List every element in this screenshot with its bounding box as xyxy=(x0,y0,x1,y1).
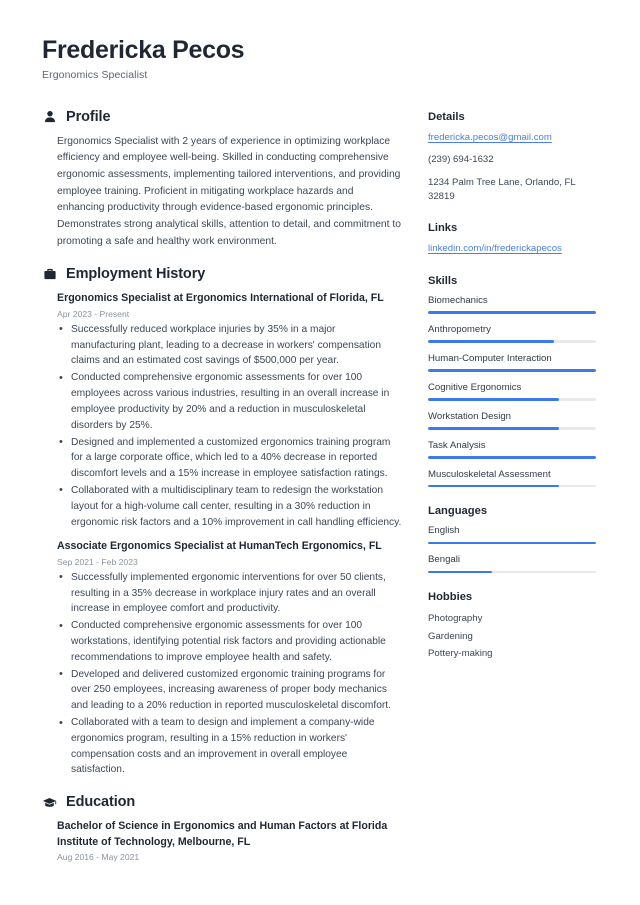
section-employment-header: Employment History xyxy=(42,266,402,282)
resume-header: Fredericka Pecos Ergonomics Specialist xyxy=(42,36,598,81)
section-profile-header: Profile xyxy=(42,109,402,125)
language-label: Bengali xyxy=(428,554,461,566)
skill-label: Workstation Design xyxy=(428,410,512,422)
section-education-body: Bachelor of Science in Ergonomics and Hu… xyxy=(42,819,402,862)
skill-item: Biomechanics xyxy=(428,295,596,314)
graduation-cap-icon xyxy=(42,795,57,810)
language-label: English xyxy=(428,525,460,537)
skill-label: Human-Computer Interaction xyxy=(428,352,552,364)
skill-item: Task Analysis xyxy=(428,440,596,459)
skill-label: Musculoskeletal Assessment xyxy=(428,468,551,480)
section-education: Education Bachelor of Science in Ergonom… xyxy=(42,794,402,862)
section-education-header: Education xyxy=(42,794,402,810)
language-track xyxy=(428,541,596,545)
skill-item: Workstation Design xyxy=(428,411,596,430)
sidebar-hobbies: Hobbies Photography Gardening Pottery-ma… xyxy=(428,591,596,662)
skill-fill xyxy=(428,340,554,343)
sidebar-languages: Languages English Bengali xyxy=(428,505,596,574)
sidebar-links-title: Links xyxy=(428,222,458,235)
bullet-item: Developed and delivered customized ergon… xyxy=(57,666,402,714)
bullet-item: Successfully implemented ergonomic inter… xyxy=(57,569,402,617)
candidate-job-title: Ergonomics Specialist xyxy=(42,68,148,81)
bullet-item: Collaborated with a multidisciplinary te… xyxy=(57,482,402,530)
sidebar-skills: Skills Biomechanics Anthropometry Human-… xyxy=(428,275,596,488)
bullet-item: Conducted comprehensive ergonomic assess… xyxy=(57,618,402,665)
sidebar-details: Details fredericka.pecos@gmail.com (239)… xyxy=(428,111,596,205)
skill-track xyxy=(428,456,596,459)
education-entry: Bachelor of Science in Ergonomics and Hu… xyxy=(57,819,402,862)
skill-label: Biomechanics xyxy=(428,294,488,306)
profile-summary-text: Ergonomics Specialist with 2 years of ex… xyxy=(57,135,401,247)
candidate-name: Fredericka Pecos xyxy=(42,36,245,64)
skill-fill xyxy=(428,369,596,372)
bullet-item: Collaborated with a team to design and i… xyxy=(57,715,402,778)
section-education-title: Education xyxy=(66,794,136,811)
hobby-item: Photography xyxy=(428,613,483,625)
hobby-item: Gardening xyxy=(428,630,473,642)
briefcase-icon xyxy=(42,267,57,282)
skill-label: Cognitive Ergonomics xyxy=(428,381,522,393)
bullet-item: Conducted comprehensive ergonomic assess… xyxy=(57,370,402,433)
employment-entry-title: Associate Ergonomics Specialist at Human… xyxy=(57,540,382,553)
skill-track xyxy=(428,369,596,372)
skill-track xyxy=(428,427,596,430)
section-profile: Profile Ergonomics Specialist with 2 yea… xyxy=(42,109,402,251)
section-employment-title: Employment History xyxy=(66,266,206,283)
education-entry-date: Aug 2016 - May 2021 xyxy=(57,852,140,863)
skill-item: Anthropometry xyxy=(428,324,596,343)
skill-fill xyxy=(428,427,560,430)
skill-track xyxy=(428,311,596,314)
skill-track xyxy=(428,484,596,488)
language-track xyxy=(428,570,596,574)
skill-label: Task Analysis xyxy=(428,439,486,451)
address-text: 1234 Palm Tree Lane, Orlando, FL 32819 xyxy=(428,176,576,202)
skill-fill xyxy=(428,456,596,459)
skill-fill xyxy=(428,398,560,401)
skill-track xyxy=(428,340,596,343)
person-icon xyxy=(42,109,57,124)
section-profile-body: Ergonomics Specialist with 2 years of ex… xyxy=(42,134,402,251)
resume-page: Fredericka Pecos Ergonomics Specialist P… xyxy=(0,0,640,905)
linkedin-link[interactable]: linkedin.com/in/frederickapecos xyxy=(428,242,596,256)
sidebar-hobbies-title: Hobbies xyxy=(428,591,473,604)
education-entry-title: Bachelor of Science in Ergonomics and Hu… xyxy=(57,820,388,848)
sidebar-links: Links linkedin.com/in/frederickapecos xyxy=(428,222,596,256)
employment-entry-bullets: Successfully implemented ergonomic inter… xyxy=(57,569,402,779)
main-column: Profile Ergonomics Specialist with 2 yea… xyxy=(42,109,402,878)
language-item: English xyxy=(428,525,596,545)
hobby-item: Pottery-making xyxy=(428,648,493,660)
employment-entry-bullets: Successfully reduced workplace injuries … xyxy=(57,321,402,531)
phone-text: (239) 694-1632 xyxy=(428,154,494,166)
section-employment-body: Ergonomics Specialist at Ergonomics Inte… xyxy=(42,291,402,778)
section-employment: Employment History Ergonomics Specialist… xyxy=(42,266,402,778)
bullet-item: Successfully reduced workplace injuries … xyxy=(57,321,402,369)
skill-label: Anthropometry xyxy=(428,323,491,335)
language-item: Bengali xyxy=(428,554,596,574)
skill-item: Musculoskeletal Assessment xyxy=(428,469,596,488)
sidebar-languages-title: Languages xyxy=(428,505,488,518)
skill-track xyxy=(428,398,596,401)
employment-entry-date: Sep 2021 - Feb 2023 xyxy=(57,556,138,567)
skill-item: Human-Computer Interaction xyxy=(428,353,596,372)
employment-entry: Ergonomics Specialist at Ergonomics Inte… xyxy=(57,291,402,530)
sidebar-skills-title: Skills xyxy=(428,274,458,287)
language-fill xyxy=(428,570,492,574)
resume-columns: Profile Ergonomics Specialist with 2 yea… xyxy=(42,109,598,878)
email-link[interactable]: fredericka.pecos@gmail.com xyxy=(428,131,596,145)
skill-item: Cognitive Ergonomics xyxy=(428,382,596,401)
bullet-item: Designed and implemented a customized er… xyxy=(57,434,402,482)
language-fill xyxy=(428,541,596,545)
skill-fill xyxy=(428,311,596,314)
sidebar-details-title: Details xyxy=(428,110,465,123)
employment-entry-date: Apr 2023 - Present xyxy=(57,308,130,319)
sidebar-column: Details fredericka.pecos@gmail.com (239)… xyxy=(428,109,596,680)
employment-entry-title: Ergonomics Specialist at Ergonomics Inte… xyxy=(57,292,384,305)
section-profile-title: Profile xyxy=(66,108,111,125)
employment-entry: Associate Ergonomics Specialist at Human… xyxy=(57,539,402,778)
skill-fill xyxy=(428,484,560,488)
